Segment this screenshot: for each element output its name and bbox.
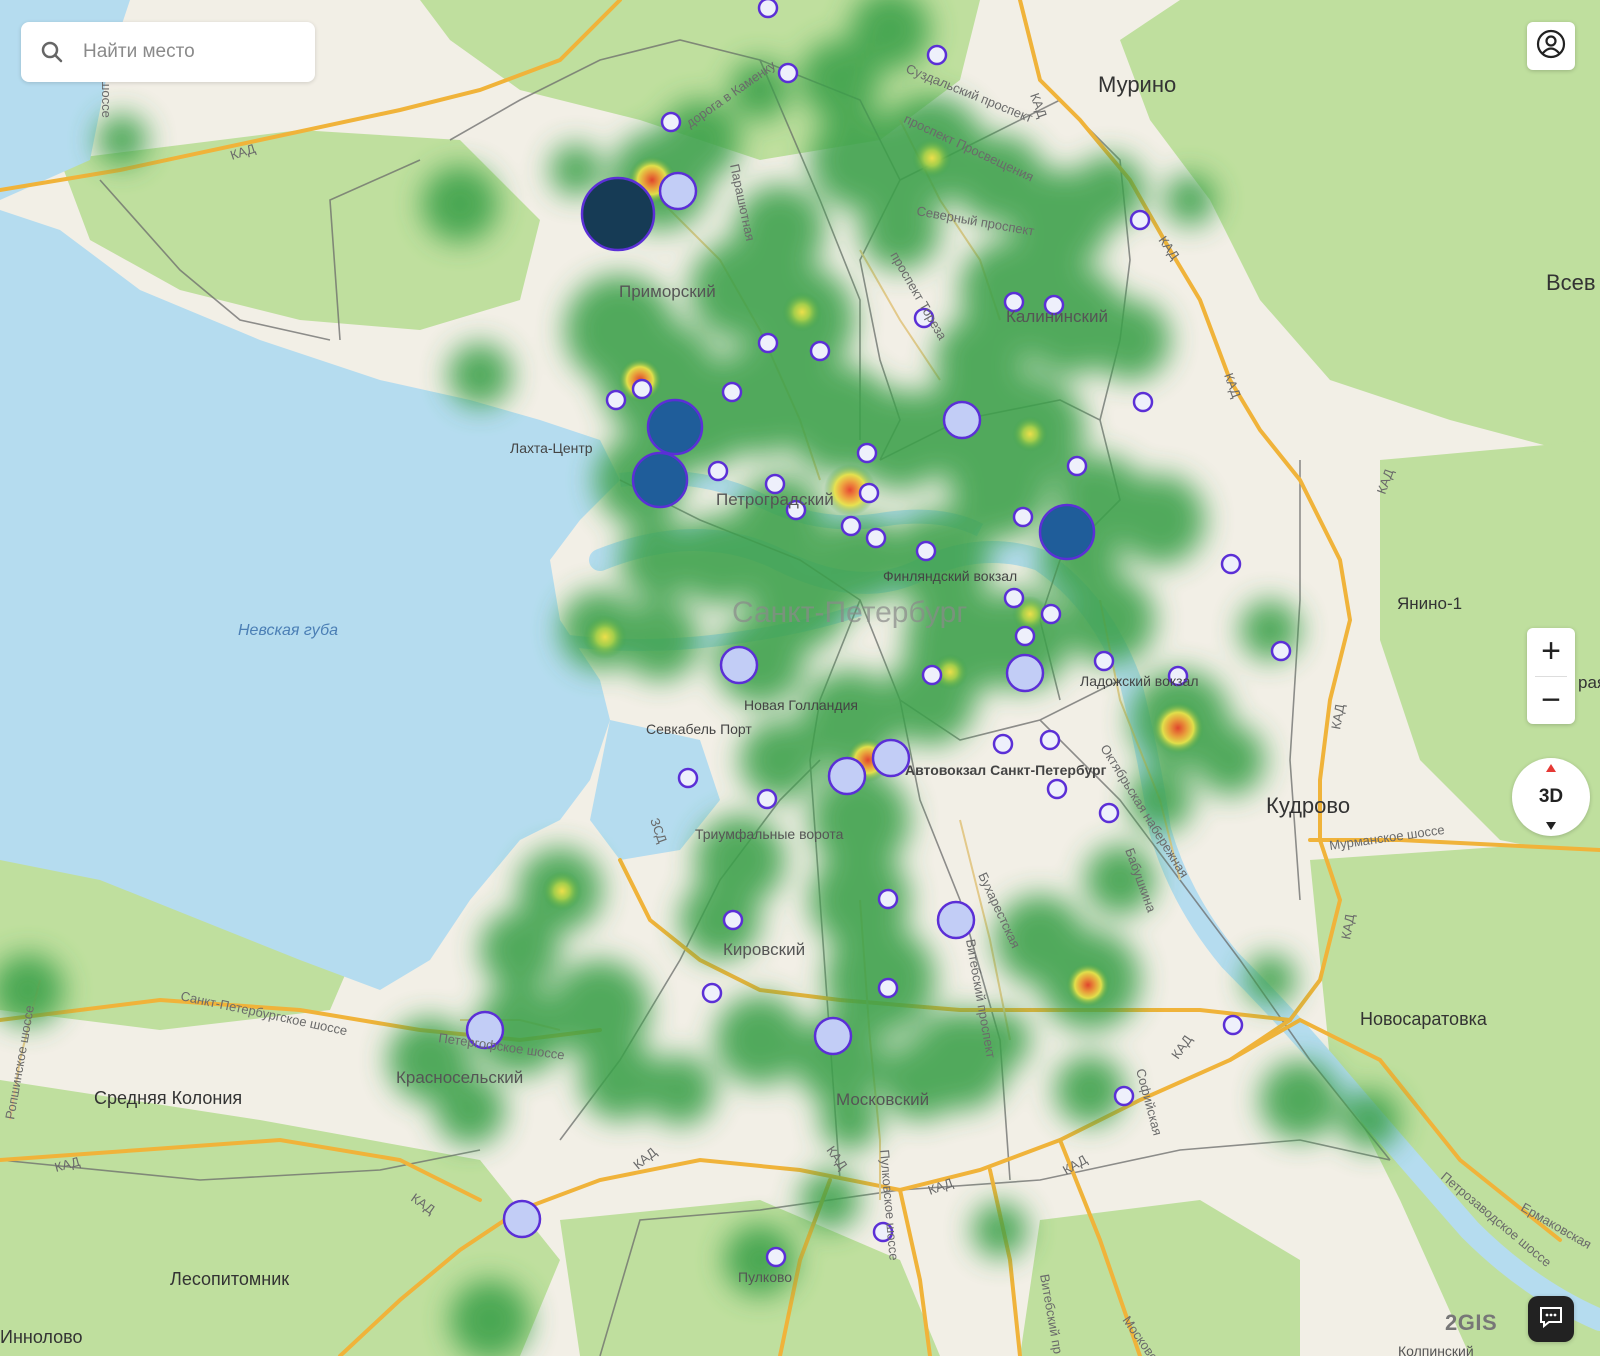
label-kirovsky: Кировский — [723, 940, 805, 959]
marker[interactable] — [1046, 778, 1068, 800]
road-label-shosse: шоссе — [99, 80, 114, 118]
label-vsev: Всев — [1546, 270, 1596, 295]
label-yanino: Янино-1 — [1397, 594, 1462, 613]
marker[interactable] — [1270, 640, 1292, 662]
marker-large[interactable] — [502, 1199, 542, 1239]
brand-logo: 2GIS — [1445, 1310, 1498, 1335]
marker[interactable] — [1129, 209, 1151, 231]
marker[interactable] — [677, 767, 699, 789]
label-primorsky: Приморский — [619, 282, 716, 301]
marker-large[interactable] — [658, 171, 698, 211]
marker[interactable] — [865, 527, 887, 549]
search-input[interactable] — [81, 40, 305, 64]
label-lesopitomnik: Лесопитомник — [170, 1269, 289, 1289]
marker[interactable] — [701, 982, 723, 1004]
marker[interactable] — [840, 515, 862, 537]
marker[interactable] — [757, 332, 779, 354]
marker[interactable] — [1093, 650, 1115, 672]
zoom-out-button[interactable]: − — [1527, 676, 1575, 724]
marker-large[interactable] — [871, 738, 911, 778]
label-petrogradsky: Петроградский — [716, 490, 834, 509]
marker-large[interactable] — [1005, 653, 1045, 693]
compass-icon — [1546, 764, 1556, 772]
marker[interactable] — [1014, 625, 1036, 647]
marker-large[interactable] — [827, 756, 867, 796]
marker[interactable] — [605, 389, 627, 411]
marker[interactable] — [1098, 802, 1120, 824]
marker[interactable] — [721, 381, 743, 403]
label-lakhta: Лахта-Центр — [510, 440, 593, 456]
marker[interactable] — [1039, 729, 1061, 751]
label-avtovokzal: Автовокзал Санкт-Петербург — [905, 762, 1107, 778]
label-finlyandsky: Финляндский вокзал — [883, 568, 1017, 584]
label-innolovo: Иннолово — [0, 1327, 83, 1347]
marker[interactable] — [1012, 506, 1034, 528]
marker[interactable] — [631, 378, 653, 400]
marker[interactable] — [1113, 1085, 1135, 1107]
marker-large[interactable] — [936, 900, 976, 940]
profile-icon — [1535, 28, 1567, 65]
label-nevskaya-guba: Невская губа — [238, 622, 338, 639]
marker[interactable] — [777, 62, 799, 84]
marker[interactable] — [1222, 1014, 1244, 1036]
compass-south-icon — [1546, 822, 1556, 830]
marker[interactable] — [992, 733, 1014, 755]
chat-icon — [1537, 1303, 1565, 1336]
marker[interactable] — [926, 44, 948, 66]
marker-darkest[interactable] — [580, 176, 656, 252]
marker[interactable] — [707, 460, 729, 482]
label-novaya-gollandia: Новая Голландия — [744, 697, 858, 713]
marker[interactable] — [877, 977, 899, 999]
marker[interactable] — [858, 482, 880, 504]
marker[interactable] — [757, 0, 779, 19]
label-krasnoselsky: Красносельский — [396, 1068, 523, 1087]
marker[interactable] — [877, 888, 899, 910]
label-moskovsky: Московский — [836, 1090, 929, 1109]
label-srednyaya: Средняя Колония — [94, 1088, 242, 1108]
label-kudrovo: Кудрово — [1266, 793, 1350, 818]
map-canvas[interactable]: Мурино Всев Приморский Калининский Лахта… — [0, 0, 1600, 1356]
label-kolpinsky: Колпинский — [1398, 1343, 1474, 1356]
zoom-in-button[interactable]: + — [1527, 628, 1575, 676]
marker[interactable] — [809, 340, 831, 362]
label-rai: рая — [1578, 673, 1600, 692]
marker[interactable] — [765, 1246, 787, 1268]
label-triumfalnye: Триумфальные ворота — [695, 826, 844, 842]
label-sevkabel: Севкабель Порт — [646, 721, 752, 737]
zoom-control: + − — [1527, 628, 1575, 724]
profile-button[interactable] — [1527, 22, 1575, 70]
marker[interactable] — [722, 909, 744, 931]
marker[interactable] — [756, 788, 778, 810]
marker[interactable] — [921, 664, 943, 686]
marker[interactable] — [915, 540, 937, 562]
marker[interactable] — [856, 442, 878, 464]
marker[interactable] — [1003, 587, 1025, 609]
marker-large[interactable] — [719, 645, 759, 685]
marker-large[interactable] — [813, 1016, 853, 1056]
search-box[interactable] — [21, 22, 315, 82]
three-d-button[interactable]: 3D — [1512, 758, 1590, 836]
marker-dark[interactable] — [646, 398, 704, 456]
label-pulkovo: Пулково — [738, 1269, 792, 1285]
marker[interactable] — [1066, 455, 1088, 477]
marker[interactable] — [660, 111, 682, 133]
three-d-label: 3D — [1538, 786, 1564, 807]
marker-large[interactable] — [942, 400, 982, 440]
label-spb: Санкт-Петербург — [732, 596, 967, 629]
marker-dark[interactable] — [631, 451, 689, 509]
label-novosaratovka: Новосаратовка — [1360, 1009, 1488, 1029]
label-murino: Мурино — [1098, 72, 1176, 97]
marker[interactable] — [1220, 553, 1242, 575]
label-ladozhsky: Ладожский вокзал — [1080, 673, 1199, 689]
marker[interactable] — [1132, 391, 1154, 413]
marker[interactable] — [1040, 603, 1062, 625]
label-kalininsky: Калининский — [1006, 307, 1108, 326]
search-icon — [39, 39, 65, 65]
marker-dark[interactable] — [1038, 503, 1096, 561]
chat-button[interactable] — [1528, 1296, 1574, 1342]
